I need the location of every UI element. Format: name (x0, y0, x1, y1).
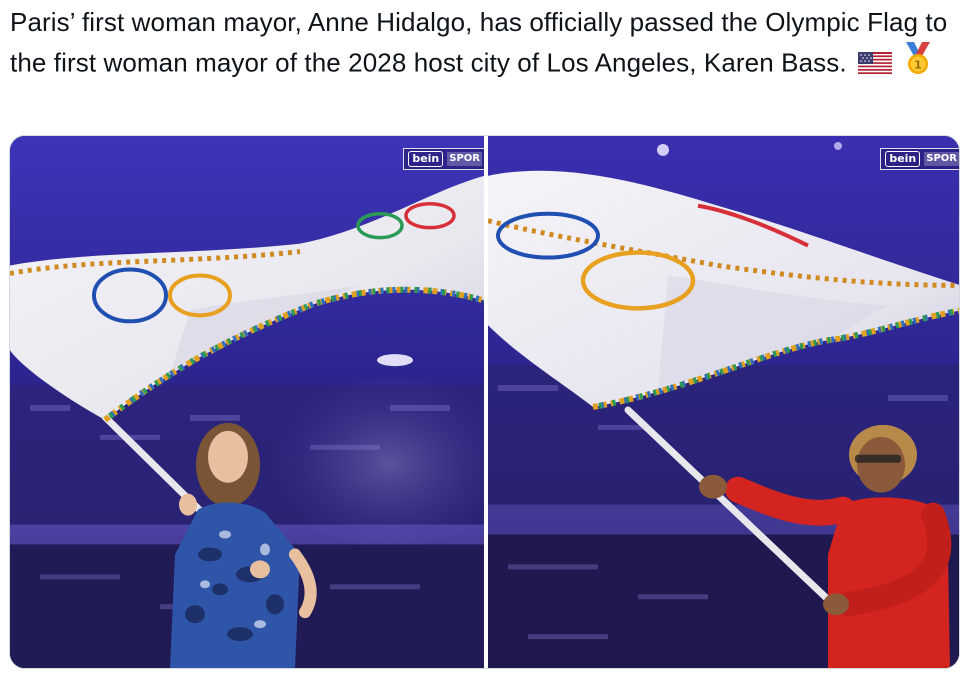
watermark-bein-sport: bein SPOR (880, 148, 959, 170)
first-place-medal-icon: 1 (903, 42, 933, 87)
photo-right[interactable]: bein SPOR (488, 136, 959, 668)
photo-left[interactable]: bein SPOR (10, 136, 484, 668)
bein-logo: bein (408, 151, 444, 167)
tweet-text: Paris’ first woman mayor, Anne Hidalgo, … (10, 2, 950, 87)
watermark-bein-sport: bein SPOR (403, 148, 484, 170)
tweet-media-grid[interactable]: bein SPOR bein SPOR (9, 135, 960, 669)
photo-anne-hidalgo (10, 136, 484, 668)
svg-text:1: 1 (914, 59, 922, 72)
watermark-label: SPOR (924, 152, 959, 166)
watermark-label: SPOR (447, 152, 482, 166)
tweet-body: Paris’ first woman mayor, Anne Hidalgo, … (10, 7, 948, 78)
photo-karen-bass (488, 136, 959, 668)
us-flag-icon (857, 45, 892, 85)
bein-logo: bein (885, 151, 921, 167)
